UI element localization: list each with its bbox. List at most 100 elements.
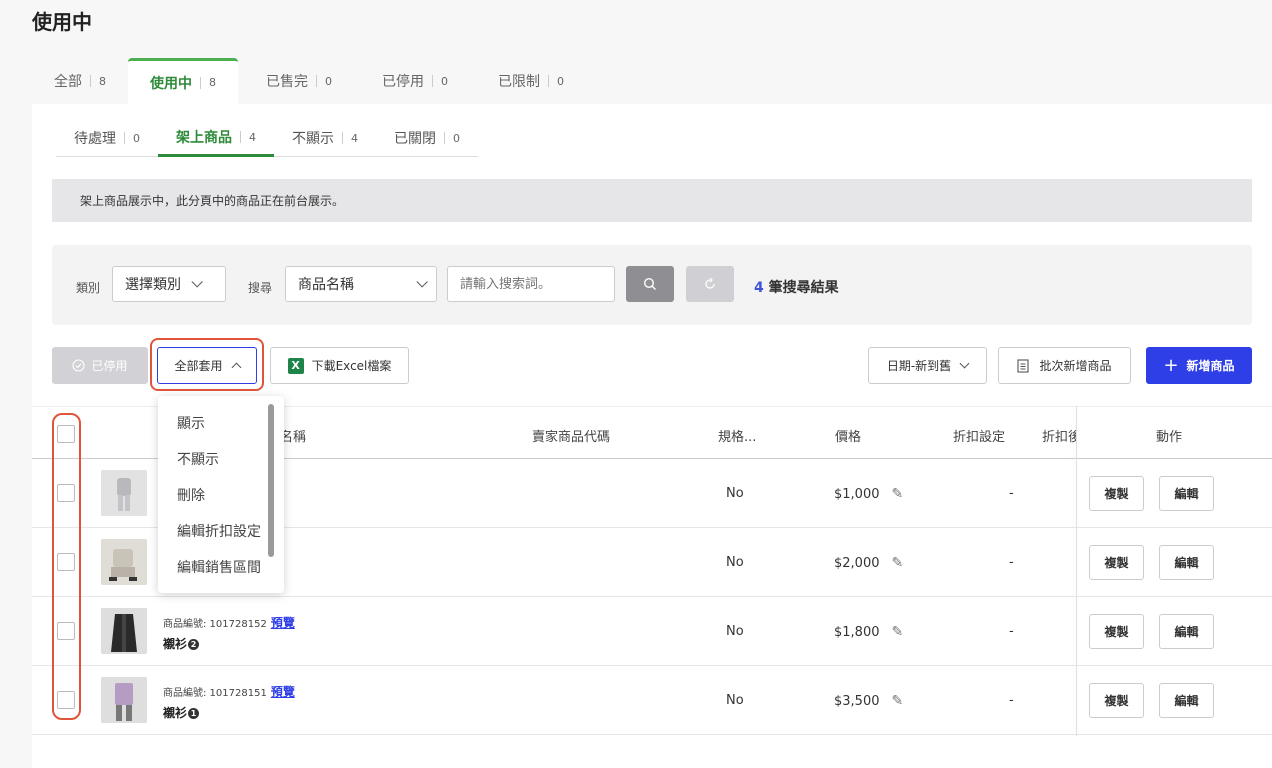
subtab-label: 不顯示	[292, 131, 334, 147]
main-panel: 待處理 0 架上商品 4 不顯示 4 已關閉 0 架上商品展示中，此分頁中的商品正在前台…	[32, 104, 1272, 768]
subtab-closed[interactable]: 已關閉 0	[376, 120, 478, 156]
search-button[interactable]	[626, 266, 674, 302]
plus-icon: +	[1163, 355, 1179, 376]
menu-item-edit-discount[interactable]: 編輯折扣設定	[177, 521, 261, 541]
pencil-icon[interactable]: ✎	[892, 486, 904, 502]
result-count: 4 筆搜尋結果	[754, 277, 839, 297]
tab-label: 已限制	[498, 74, 540, 90]
edit-button[interactable]: 編輯	[1159, 614, 1214, 649]
category-select[interactable]: 選擇類別	[112, 266, 226, 302]
spec-value: No	[726, 624, 744, 639]
download-excel-label: 下載Excel檔案	[311, 359, 392, 373]
spec-value: No	[726, 486, 744, 501]
edit-button[interactable]: 編輯	[1159, 683, 1214, 718]
search-field-select[interactable]: 商品名稱	[285, 266, 437, 302]
category-label: 類別	[76, 281, 101, 295]
subtab-hidden[interactable]: 不顯示 4	[274, 120, 376, 156]
download-excel-button[interactable]: X 下載Excel檔案	[270, 347, 409, 384]
batch-add-button[interactable]: 批次新增商品	[998, 347, 1131, 384]
subtab-count: 0	[133, 131, 140, 145]
menu-item-hide[interactable]: 不顯示	[177, 449, 219, 469]
edit-button[interactable]: 編輯	[1159, 545, 1214, 580]
tab-count: 0	[557, 74, 564, 88]
product-thumbnail[interactable]	[101, 470, 147, 516]
product-thumbnail[interactable]	[101, 539, 147, 585]
add-product-button[interactable]: + 新增商品	[1146, 347, 1252, 384]
discount-value: -	[1009, 486, 1014, 501]
apply-all-button[interactable]: 全部套用	[157, 347, 257, 384]
spec-value: No	[726, 693, 744, 708]
dropdown-scrollbar[interactable]	[268, 404, 274, 557]
subtab-label: 架上商品	[176, 130, 232, 146]
discount-value: -	[1009, 693, 1014, 708]
tab-label: 全部	[54, 74, 82, 90]
search-icon	[643, 277, 656, 290]
product-name: 襯衫 2	[163, 635, 200, 652]
tab-sold-out[interactable]: 已售完 0	[244, 58, 354, 104]
product-name-text: 襯衫	[163, 706, 188, 720]
product-thumbnail[interactable]	[101, 608, 147, 654]
disabled-status-label: 已停用	[91, 359, 128, 373]
tab-count: 0	[441, 74, 448, 88]
sort-select[interactable]: 日期-新到舊	[868, 347, 987, 384]
sticky-column-divider	[1076, 406, 1077, 736]
subtab-on-shelf[interactable]: 架上商品 4	[158, 120, 274, 157]
disabled-status-button[interactable]: 已停用	[52, 347, 148, 384]
pencil-icon[interactable]: ✎	[892, 624, 904, 640]
table-row: 商品編號: 101728152 預覽 襯衫 2 No $1,800 ✎ - 複製 編輯	[32, 597, 1272, 666]
refresh-button[interactable]	[686, 266, 734, 302]
subtab-pending[interactable]: 待處理 0	[56, 120, 158, 156]
result-text: 筆搜尋結果	[768, 280, 839, 296]
copy-button[interactable]: 複製	[1089, 683, 1144, 718]
price-text: $1,800	[834, 625, 880, 640]
product-thumbnail[interactable]	[101, 677, 147, 723]
price-value: $2,000 ✎	[834, 555, 903, 571]
preview-link[interactable]: 預覽	[271, 685, 295, 699]
price-text: $2,000	[834, 556, 880, 571]
pencil-icon[interactable]: ✎	[892, 555, 904, 571]
checkbox-column-highlight	[52, 413, 81, 720]
result-number: 4	[754, 280, 764, 296]
chevron-down-icon	[416, 276, 428, 288]
menu-item-delete[interactable]: 刪除	[177, 485, 205, 505]
copy-button[interactable]: 複製	[1089, 614, 1144, 649]
copy-button[interactable]: 複製	[1089, 545, 1144, 580]
edit-button[interactable]: 編輯	[1159, 476, 1214, 511]
header-discount: 折扣設定	[953, 430, 1006, 445]
category-select-value: 選擇類別	[125, 277, 181, 293]
info-banner: 架上商品展示中，此分頁中的商品正在前台展示。	[52, 179, 1252, 222]
tab-disabled[interactable]: 已停用 0	[360, 58, 470, 104]
document-icon	[1017, 358, 1030, 373]
tab-in-use[interactable]: 使用中 8	[128, 58, 238, 104]
header-after-discount: 折扣後	[1042, 430, 1076, 445]
pencil-icon[interactable]: ✎	[892, 693, 904, 709]
spec-value: No	[726, 555, 744, 570]
tab-restricted[interactable]: 已限制 0	[476, 58, 586, 104]
refresh-icon	[705, 278, 715, 289]
subtab-count: 0	[453, 131, 460, 145]
header-price: 價格	[835, 430, 862, 445]
product-name-text: 襯衫	[163, 637, 188, 651]
chevron-up-icon	[231, 362, 241, 373]
subtab-count: 4	[249, 130, 256, 144]
price-text: $3,500	[834, 694, 880, 709]
discount-value: -	[1009, 624, 1014, 639]
price-text: $1,000	[834, 487, 880, 502]
product-code-text: 商品編號: 101728151	[163, 688, 267, 699]
filter-panel: 類別 選擇類別 搜尋 商品名稱 4 筆搜尋結果	[52, 245, 1252, 325]
search-input[interactable]	[447, 266, 615, 302]
tab-count: 0	[325, 74, 332, 88]
copy-button[interactable]: 複製	[1089, 476, 1144, 511]
product-code: 商品編號: 101728152 預覽	[163, 614, 295, 631]
menu-item-show[interactable]: 顯示	[177, 413, 205, 433]
tab-all[interactable]: 全部 8	[32, 58, 128, 104]
apply-all-dropdown: 顯示 不顯示 刪除 編輯折扣設定 編輯銷售區間	[158, 396, 284, 593]
product-code-text: 商品編號: 101728152	[163, 619, 267, 630]
preview-link[interactable]: 預覽	[271, 616, 295, 630]
variant-badge: 2	[188, 639, 200, 650]
subtab-label: 已關閉	[394, 131, 436, 147]
menu-item-edit-sales-period[interactable]: 編輯銷售區間	[177, 557, 261, 577]
variant-badge: 1	[188, 708, 200, 719]
add-product-label: 新增商品	[1186, 359, 1235, 373]
tab-label: 已售完	[266, 74, 308, 90]
